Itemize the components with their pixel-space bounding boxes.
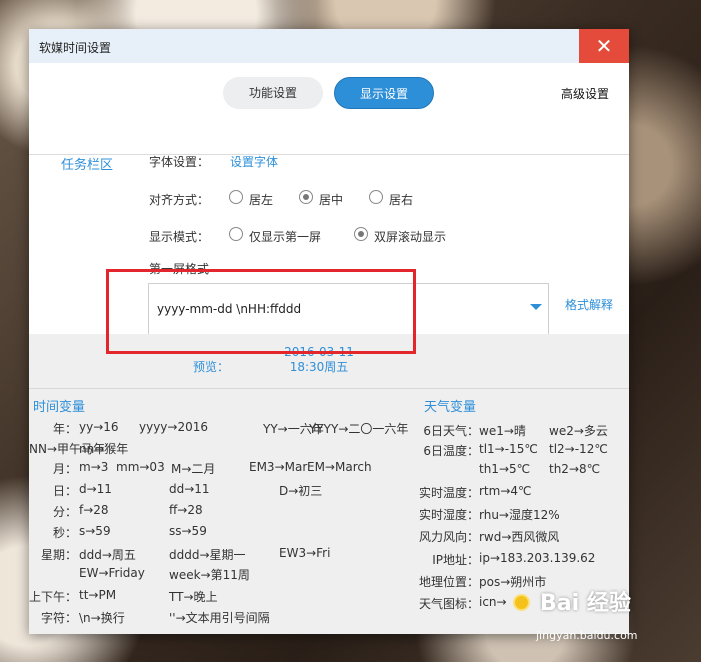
display-mode-label: 显示模式： xyxy=(149,230,210,244)
time-var-item: YYYY→二〇一六年 xyxy=(309,422,409,436)
align-center-label: 居中 xyxy=(319,193,344,207)
time-var-item: ff→28 xyxy=(169,503,203,517)
time-var-item: EM→March xyxy=(307,460,372,474)
font-settings-label: 字体设置： xyxy=(149,155,210,169)
format-help-link[interactable]: 格式解释 xyxy=(565,296,613,313)
divider xyxy=(29,388,629,389)
weather-var-item: we1→晴 xyxy=(479,424,526,438)
time-var-key: 月： xyxy=(53,462,78,476)
time-var-item: TT→晚上 xyxy=(169,590,218,604)
time-var-item: s→59 xyxy=(79,524,111,538)
time-var-item: tt→PM xyxy=(79,588,117,602)
sidebar-item-taskbar[interactable]: 任务栏区 xyxy=(61,154,113,173)
weather-var-item: we2→多云 xyxy=(549,424,608,438)
weather-var-key: 6日温度： xyxy=(423,444,479,458)
watermark-url: jingyan.baidu.com xyxy=(536,629,638,642)
weather-var-item: th2→8℃ xyxy=(549,462,601,476)
weather-var-key: 天气图标： xyxy=(418,597,479,611)
time-var-key: 分： xyxy=(53,505,78,519)
time-var-item: mm→03 xyxy=(116,460,165,474)
weather-var-item: tl2→-12℃ xyxy=(549,442,608,456)
mode-single-radio[interactable] xyxy=(229,227,243,241)
time-var-key: 日： xyxy=(53,484,78,498)
time-var-key: 星期： xyxy=(41,548,78,562)
align-left-label: 居左 xyxy=(249,193,274,207)
time-var-item: \n→换行 xyxy=(79,611,125,625)
chevron-down-icon[interactable] xyxy=(530,304,542,310)
weather-var-item: ip→183.203.139.62 xyxy=(479,551,596,565)
weather-var-key: 地理位置： xyxy=(418,575,479,589)
align-center-radio[interactable] xyxy=(299,190,313,204)
time-var-item: week→第11周 xyxy=(169,568,250,582)
title-bar: 软媒时间设置 ✕ xyxy=(29,29,629,63)
time-var-item: d→11 xyxy=(79,482,112,496)
mode-dual-label: 双屏滚动显示 xyxy=(374,230,447,244)
weather-var-item: tl1→-15℃ xyxy=(479,442,538,456)
set-font-link[interactable]: 设置字体 xyxy=(230,153,278,170)
time-var-item: D→初三 xyxy=(279,484,323,498)
weather-var-key: 实时湿度： xyxy=(418,508,479,522)
time-var-item: EW3→Fri xyxy=(279,546,331,560)
weather-var-key: IP地址： xyxy=(432,553,479,567)
time-var-item: M→二月 xyxy=(171,462,216,476)
sun-icon xyxy=(515,596,528,609)
preview-label: 预览： xyxy=(193,360,230,374)
align-right-label: 居右 xyxy=(389,193,414,207)
tab-advanced-settings[interactable]: 高级设置 xyxy=(561,85,609,102)
time-var-item: ss→59 xyxy=(169,524,207,538)
preview-line2: 18:30周五 xyxy=(289,360,349,374)
time-var-key: 上下午： xyxy=(29,590,78,604)
weather-var-item: rhu→湿度12% xyxy=(479,508,560,522)
weather-var-key: 实时温度： xyxy=(418,486,479,500)
watermark-brand: Bai 经验 xyxy=(540,591,631,616)
weather-var-key: 风力风向： xyxy=(418,530,479,544)
close-button[interactable]: ✕ xyxy=(579,29,629,63)
tab-function-settings[interactable]: 功能设置 xyxy=(223,77,323,109)
time-var-key: 字符： xyxy=(41,611,78,625)
time-var-key: 秒： xyxy=(53,526,78,540)
time-var-item: ''→文本用引号间隔 xyxy=(169,611,270,625)
weather-var-key: 6日天气： xyxy=(423,424,479,438)
weather-vars-title: 天气变量 xyxy=(424,400,477,415)
window-title: 软媒时间设置 xyxy=(39,41,112,55)
weather-var-item: rtm→4℃ xyxy=(479,484,532,498)
highlight-box xyxy=(106,269,416,354)
time-vars-title: 时间变量 xyxy=(33,400,86,415)
time-var-item: ddd→周五 xyxy=(79,548,136,562)
time-var-item: yy→16 xyxy=(79,420,119,434)
time-var-item: f→28 xyxy=(79,503,109,517)
tab-bar: 功能设置 显示设置 高级设置 xyxy=(29,63,629,155)
align-left-radio[interactable] xyxy=(229,190,243,204)
time-var-item: EW→Friday xyxy=(79,566,145,580)
time-var-item: dddd→星期一 xyxy=(169,548,246,562)
time-var-item: yyyy→2016 xyxy=(139,420,208,434)
time-var-item: NN→甲午马年 xyxy=(29,442,106,456)
variables-panel: 预览： 2016-03-11 18:30周五 时间变量 年： yy→16 yyyy→… xyxy=(29,334,629,634)
mode-single-label: 仅显示第一屏 xyxy=(249,230,322,244)
align-right-radio[interactable] xyxy=(369,190,383,204)
weather-var-item: th1→5℃ xyxy=(479,462,531,476)
weather-var-item: pos→朔州市 xyxy=(479,575,547,589)
time-var-key: 年： xyxy=(53,422,78,436)
time-var-item: dd→11 xyxy=(169,482,210,496)
weather-var-item: rwd→西风微风 xyxy=(479,530,560,544)
tab-display-settings[interactable]: 显示设置 xyxy=(334,77,434,109)
time-var-item: m→3 xyxy=(79,460,109,474)
settings-window: 软媒时间设置 ✕ 功能设置 显示设置 高级设置 任务栏区 字体设置： 设置字体 … xyxy=(29,29,629,634)
weather-var-item: icn→ xyxy=(479,595,507,609)
mode-dual-radio[interactable] xyxy=(354,227,368,241)
align-label: 对齐方式： xyxy=(149,193,210,207)
time-var-item: EM3→Mar xyxy=(249,460,308,474)
